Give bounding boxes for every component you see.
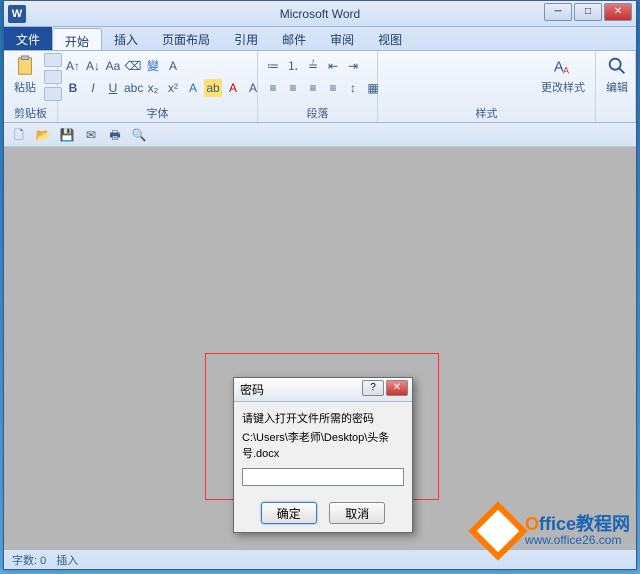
increase-indent-button[interactable]: ⇥ [344, 57, 362, 75]
ok-button[interactable]: 确定 [261, 502, 317, 524]
superscript-button[interactable]: x² [164, 79, 182, 97]
qat-save-icon[interactable]: 💾 [58, 126, 76, 144]
decrease-indent-button[interactable]: ⇤ [324, 57, 342, 75]
dialog-close-button[interactable]: ✕ [386, 380, 408, 396]
strike-button[interactable]: abc [124, 79, 142, 97]
watermark-brand: Office教程网 [525, 515, 630, 535]
paste-button[interactable]: 粘贴 [10, 53, 40, 97]
shrink-font-button[interactable]: A↓ [84, 57, 102, 75]
cancel-button[interactable]: 取消 [329, 502, 385, 524]
bullets-button[interactable]: ≔ [264, 57, 282, 75]
svg-text:A: A [563, 65, 570, 75]
tab-view[interactable]: 视图 [366, 27, 414, 50]
clipboard-label: 剪贴板 [10, 104, 51, 122]
grow-font-button[interactable]: A↑ [64, 57, 82, 75]
qat-mail-icon[interactable]: ✉ [82, 126, 100, 144]
paragraph-label: 段落 [264, 104, 371, 122]
tab-mailings[interactable]: 邮件 [270, 27, 318, 50]
quick-access-toolbar: 🗋 📂 💾 ✉ 🖶 🔍 [4, 123, 636, 147]
qat-preview-icon[interactable]: 🔍 [130, 126, 148, 144]
ribbon: 粘贴 剪贴板 A↑ A↓ Aa ⌫ 變 A [4, 51, 636, 123]
tab-insert[interactable]: 插入 [102, 27, 150, 50]
statusbar: 字数: 0 插入 [4, 549, 636, 569]
word-window: W Microsoft Word ─ □ ✕ 文件 开始 插入 页面布局 引用 … [3, 0, 637, 570]
qat-open-icon[interactable]: 📂 [34, 126, 52, 144]
watermark: Office教程网 www.office26.com [477, 510, 630, 552]
group-clipboard: 粘贴 剪贴板 [4, 51, 58, 122]
numbering-button[interactable]: ⒈ [284, 57, 302, 75]
password-dialog: 密码 ? ✕ 请键入打开文件所需的密码 C:\Users\李老师\Desktop… [233, 377, 413, 533]
group-font: A↑ A↓ Aa ⌫ 變 A B I U abc x₂ x² A ab A [58, 51, 258, 122]
group-styles: AA 更改样式 样式 [378, 51, 596, 122]
font-color-button[interactable]: A [224, 79, 242, 97]
workspace: 密码 ? ✕ 请键入打开文件所需的密码 C:\Users\李老师\Desktop… [4, 147, 636, 549]
dialog-titlebar: 密码 ? ✕ [234, 378, 412, 402]
word-count[interactable]: 字数: 0 [12, 552, 46, 568]
minimize-button[interactable]: ─ [544, 3, 572, 21]
tab-file[interactable]: 文件 [4, 27, 52, 50]
maximize-button[interactable]: □ [574, 3, 602, 21]
app-icon: W [8, 5, 26, 23]
paste-label: 粘贴 [14, 79, 36, 95]
text-effects-button[interactable]: A [184, 79, 202, 97]
watermark-icon [468, 501, 527, 560]
tab-home[interactable]: 开始 [52, 28, 102, 50]
styles-label: 样式 [384, 104, 589, 122]
change-case-button[interactable]: Aa [104, 57, 122, 75]
subscript-button[interactable]: x₂ [144, 79, 162, 97]
dialog-prompt: 请键入打开文件所需的密码 [242, 410, 404, 426]
ribbon-tabs: 文件 开始 插入 页面布局 引用 邮件 审阅 视图 [4, 27, 636, 51]
qat-print-icon[interactable]: 🖶 [106, 126, 124, 144]
tab-references[interactable]: 引用 [222, 27, 270, 50]
italic-button[interactable]: I [84, 79, 102, 97]
paste-icon [14, 55, 36, 77]
align-right-button[interactable]: ≡ [304, 79, 322, 97]
dialog-help-button[interactable]: ? [362, 380, 384, 396]
editing-button[interactable]: 编辑 [602, 53, 632, 97]
change-styles-button[interactable]: AA 更改样式 [537, 53, 589, 97]
window-controls: ─ □ ✕ [544, 3, 632, 21]
font-label: 字体 [64, 104, 251, 122]
insert-mode[interactable]: 插入 [56, 552, 78, 568]
dialog-title: 密码 [240, 381, 264, 398]
bold-button[interactable]: B [64, 79, 82, 97]
tab-review[interactable]: 审阅 [318, 27, 366, 50]
close-button[interactable]: ✕ [604, 3, 632, 21]
group-paragraph: ≔ ⒈ ≟ ⇤ ⇥ ≡ ≡ ≡ ≡ ↕ ▦ 段落 [258, 51, 378, 122]
titlebar: W Microsoft Word ─ □ ✕ [4, 1, 636, 27]
char-border-button[interactable]: A [164, 57, 182, 75]
change-styles-label: 更改样式 [541, 79, 585, 95]
align-center-button[interactable]: ≡ [284, 79, 302, 97]
editing-label: 编辑 [606, 79, 628, 95]
watermark-url: www.office26.com [525, 534, 630, 547]
underline-button[interactable]: U [104, 79, 122, 97]
line-spacing-button[interactable]: ↕ [344, 79, 362, 97]
group-editing: 编辑 [596, 51, 636, 122]
multilevel-button[interactable]: ≟ [304, 57, 322, 75]
styles-icon: AA [552, 55, 574, 77]
window-title: Microsoft Word [280, 7, 360, 21]
justify-button[interactable]: ≡ [324, 79, 342, 97]
dialog-path: C:\Users\李老师\Desktop\头条号.docx [242, 429, 404, 461]
tab-layout[interactable]: 页面布局 [150, 27, 222, 50]
clear-format-button[interactable]: ⌫ [124, 57, 142, 75]
qat-new-icon[interactable]: 🗋 [10, 126, 28, 144]
password-input[interactable] [242, 468, 404, 486]
highlight-button[interactable]: ab [204, 79, 222, 97]
align-left-button[interactable]: ≡ [264, 79, 282, 97]
phonetic-button[interactable]: 變 [144, 57, 162, 75]
find-icon [606, 55, 628, 77]
